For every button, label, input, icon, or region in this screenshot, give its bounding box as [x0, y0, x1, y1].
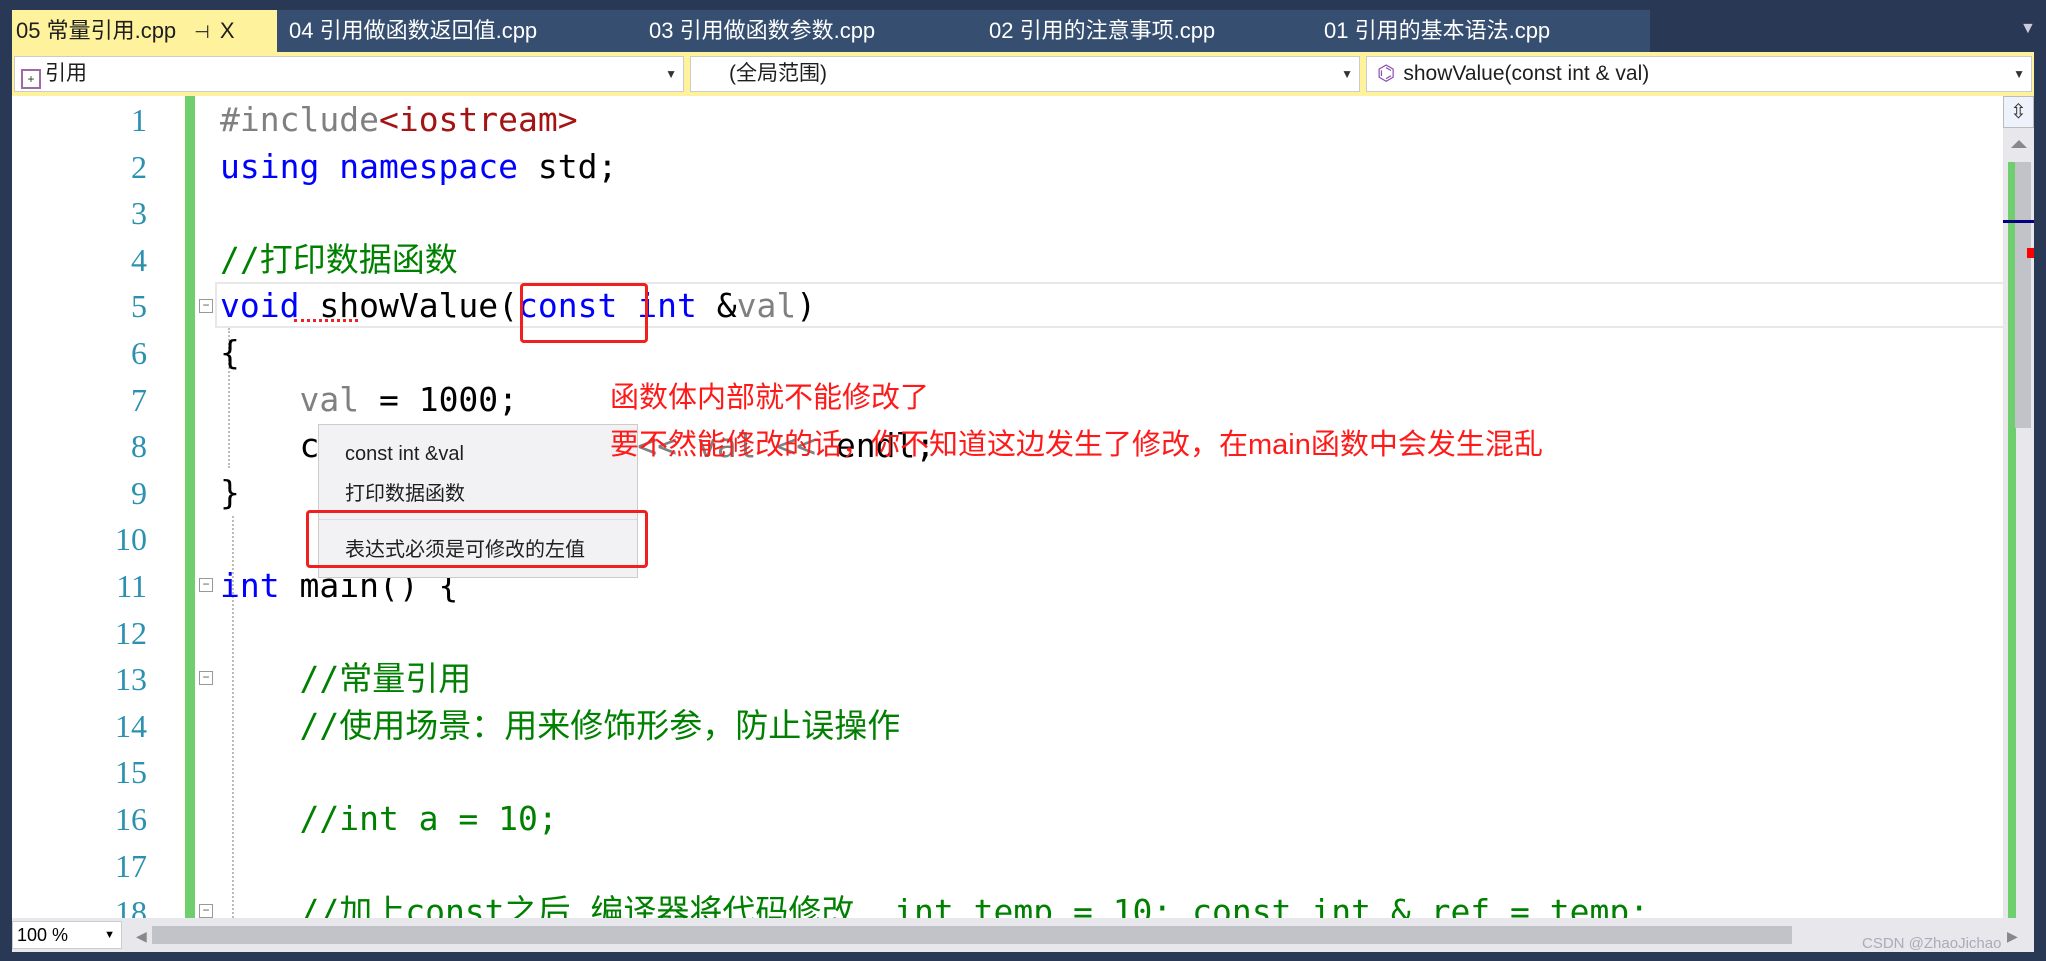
- code-line-1: #include<iostream>: [220, 100, 578, 139]
- line-number: 15: [115, 754, 147, 791]
- line-number: 11: [116, 568, 147, 604]
- tab-02[interactable]: 02 引用的注意事项.cpp: [985, 10, 1215, 52]
- code-line-7: val = 1000;: [299, 379, 519, 419]
- tab-label: 05 常量引用.cpp: [16, 18, 177, 43]
- tab-04[interactable]: 04 引用做函数返回值.cpp: [285, 10, 537, 52]
- error-marker: [2027, 248, 2034, 258]
- method-icon: ⌬: [1377, 62, 1396, 85]
- fold-icon[interactable]: −: [199, 299, 213, 313]
- annotation-text-2: 要不然能修改的话，你不知道这边发生了修改，在main函数中会发生混乱: [610, 429, 1543, 461]
- tab-01[interactable]: 01 引用的基本语法.cpp: [1320, 10, 1550, 52]
- annotation-box-const: [520, 283, 648, 343]
- error-squiggle: [294, 316, 358, 322]
- scope-dropdown[interactable]: (全局范围) ▼: [690, 56, 1360, 92]
- chevron-down-icon: ▼: [104, 929, 115, 941]
- line-number: 18: [115, 894, 147, 918]
- scroll-left-icon[interactable]: ◀: [136, 928, 147, 945]
- tooltip-signature: const int &val: [345, 443, 464, 465]
- change-tracking-bar: [185, 96, 195, 918]
- line-number: 1: [131, 102, 147, 138]
- chevron-down-icon: ▼: [665, 67, 677, 81]
- fold-icon[interactable]: −: [199, 578, 213, 592]
- line-number: 4: [131, 241, 147, 278]
- tab-overflow-icon[interactable]: ▼: [2020, 20, 2036, 38]
- vertical-scrollbar[interactable]: ⇳: [2003, 96, 2034, 918]
- line-number: 5: [131, 288, 147, 325]
- scroll-right-icon[interactable]: ▶: [2007, 928, 2018, 945]
- line-number: 13: [115, 661, 147, 698]
- watermark: CSDN @ZhaoJichao: [1862, 935, 2002, 952]
- scroll-thumb[interactable]: [2015, 162, 2031, 428]
- line-number: 7: [131, 381, 147, 418]
- line-number: 16: [115, 801, 147, 837]
- line-number: 3: [131, 195, 147, 232]
- code-line-14: //使用场景：用来修饰形参，防止误操作: [220, 705, 901, 745]
- zoom-dropdown[interactable]: 100 % ▼: [12, 921, 122, 949]
- zoom-value: 100 %: [17, 925, 69, 945]
- fold-icon[interactable]: −: [199, 904, 213, 918]
- line-number: 14: [115, 707, 147, 744]
- caret-marker: [2003, 220, 2034, 223]
- code-editor[interactable]: 1 2 3 4 5 6 7 8 9 10 11 12 13 14 15 16 17 18 − − − − #inc…: [12, 96, 2034, 918]
- member-dropdown[interactable]: ⌬ showValue(const int & val) ▼: [1366, 56, 2032, 92]
- code-line-2: using namespace std;: [220, 146, 618, 186]
- editor-footer: 100 % ▼ ◀ ▶: [12, 918, 2034, 952]
- project-label: 引用: [45, 62, 87, 85]
- scroll-up-icon[interactable]: [2011, 140, 2027, 148]
- chevron-down-icon: ▼: [1341, 67, 1353, 81]
- code-line-13: //常量引用: [220, 659, 472, 699]
- line-number: 9: [131, 474, 147, 511]
- line-number: 6: [131, 335, 147, 371]
- project-dropdown[interactable]: + 引用 ▼: [14, 56, 684, 92]
- chevron-down-icon: ▼: [2013, 67, 2025, 81]
- code-line-5: void showValue(const int &val): [220, 286, 817, 326]
- project-icon: +: [21, 69, 41, 89]
- annotation-box-error: [306, 510, 648, 568]
- tab-05[interactable]: 05 常量引用.cpp ⊣ X: [12, 10, 277, 52]
- tab-03[interactable]: 03 引用做函数参数.cpp: [645, 10, 875, 52]
- line-number: 17: [115, 847, 147, 884]
- code-line-16: //int a = 10;: [220, 799, 558, 838]
- line-number: 12: [115, 614, 147, 651]
- code-line-6: {: [220, 333, 240, 372]
- pin-icon[interactable]: ⊣: [194, 22, 210, 42]
- line-number: 8: [131, 428, 147, 465]
- close-icon[interactable]: X: [220, 18, 235, 43]
- code-line-4: //打印数据函数: [220, 239, 458, 279]
- annotation-text-1: 函数体内部就不能修改了: [610, 382, 930, 414]
- split-icon[interactable]: ⇳: [2003, 96, 2034, 128]
- member-label: showValue(const int & val): [1403, 62, 1650, 85]
- code-line-18: //加上const之后 编译器将代码修改 int temp = 10; cons…: [220, 892, 1650, 918]
- tooltip-comment: 打印数据函数: [345, 483, 465, 505]
- line-number: 10: [115, 521, 147, 558]
- fold-icon[interactable]: −: [199, 671, 213, 685]
- code-line-9: }: [220, 472, 240, 512]
- scope-label: (全局范围): [729, 62, 827, 85]
- horizontal-scrollbar[interactable]: [152, 926, 1792, 944]
- line-number: 2: [131, 148, 147, 185]
